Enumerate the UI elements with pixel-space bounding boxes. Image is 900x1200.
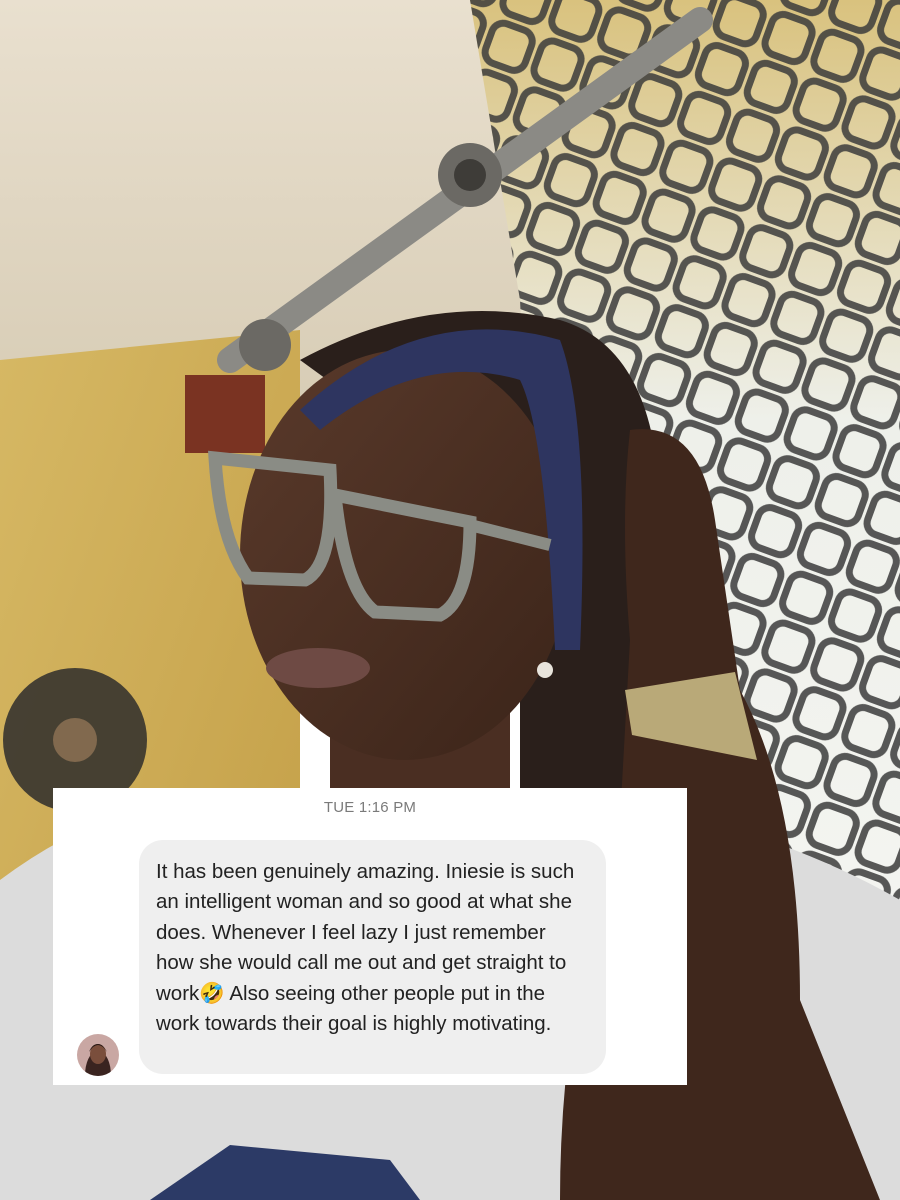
message-screenshot-card: TUE 1:16 PM It has been genuinely amazin… (53, 788, 687, 1085)
message-bubble: It has been genuinely amazing. Iniesie i… (139, 840, 606, 1074)
message-text: It has been genuinely amazing. Iniesie i… (156, 860, 575, 1036)
sender-avatar (77, 1034, 119, 1076)
message-timestamp: TUE 1:16 PM (323, 799, 417, 816)
